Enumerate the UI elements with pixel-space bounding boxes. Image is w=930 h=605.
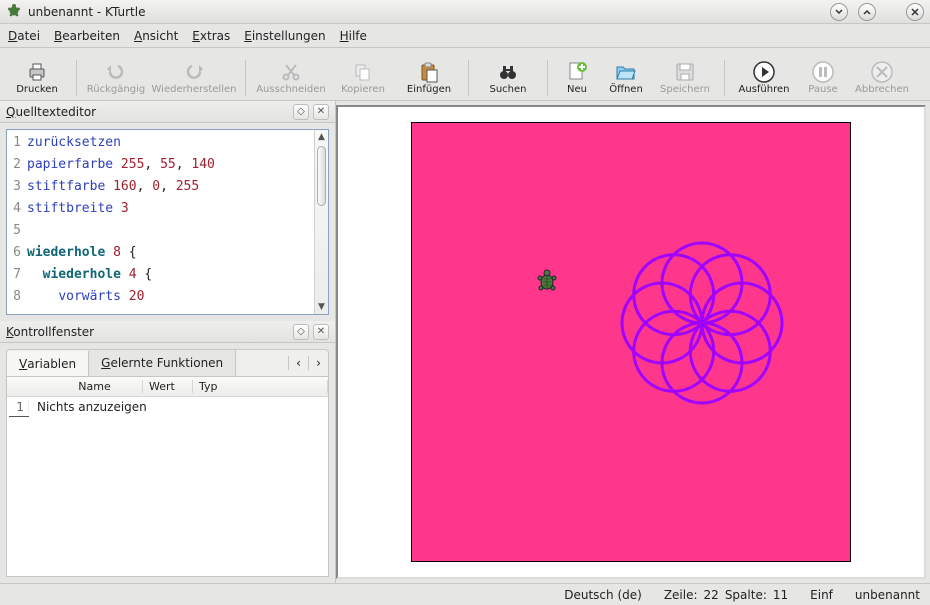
titlebar: unbenannt - KTurtle xyxy=(0,0,930,24)
menu-bearbeiten[interactable]: Bearbeiten xyxy=(54,29,120,43)
toolbar-separator xyxy=(245,60,246,96)
binoculars-icon xyxy=(496,60,520,84)
drawn-flower xyxy=(592,213,812,433)
col-wert[interactable]: Wert xyxy=(143,380,193,393)
variables-tree[interactable]: Name Wert Typ 1 Nichts anzuzeigen xyxy=(6,377,329,577)
status-language: Deutsch (de) xyxy=(564,588,642,602)
find-button[interactable]: Suchen xyxy=(477,50,539,96)
run-button[interactable]: Ausführen xyxy=(733,50,795,96)
redo-icon xyxy=(182,60,206,84)
stop-icon xyxy=(870,60,894,84)
redo-button[interactable]: Wiederherstellen xyxy=(151,50,237,96)
toolbar-separator xyxy=(76,60,77,96)
toolbar-separator xyxy=(547,60,548,96)
scissors-icon xyxy=(279,60,303,84)
tab-scroll-right[interactable]: › xyxy=(308,356,328,370)
paste-button[interactable]: Einfügen xyxy=(398,50,460,96)
app-icon xyxy=(6,2,22,21)
status-insert-mode: Einf xyxy=(810,588,833,602)
inspector-tabs: Variablen Gelernte Funktionen ‹ › xyxy=(6,349,329,377)
scroll-up-icon[interactable]: ▲ xyxy=(315,132,328,142)
minimize-button[interactable] xyxy=(830,3,848,21)
pause-button[interactable]: Pause xyxy=(799,50,847,96)
inspector-header: Kontrollfenster ◇ ✕ xyxy=(0,321,335,343)
play-icon xyxy=(752,60,776,84)
scroll-down-icon[interactable]: ▼ xyxy=(315,302,328,312)
source-editor-panel: Quelltexteditor ◇ ✕ 12345678 zurücksetze… xyxy=(0,101,335,321)
panel-close-button[interactable]: ✕ xyxy=(313,104,329,120)
canvas-area xyxy=(336,105,926,579)
status-filename: unbenannt xyxy=(855,588,920,602)
col-name[interactable]: Name xyxy=(47,380,143,393)
menubar: Datei Bearbeiten Ansicht Extras Einstell… xyxy=(0,24,930,48)
left-column: Quelltexteditor ◇ ✕ 12345678 zurücksetze… xyxy=(0,101,336,583)
source-editor-title: Quelltexteditor xyxy=(6,105,289,119)
code-text[interactable]: zurücksetzenpapierfarbe 255, 55, 140stif… xyxy=(25,130,314,314)
stop-button[interactable]: Abbrechen xyxy=(851,50,913,96)
drawing-canvas xyxy=(411,122,851,562)
save-button[interactable]: Speichern xyxy=(654,50,716,96)
line-gutter: 12345678 xyxy=(7,130,25,314)
editor-scrollbar[interactable]: ▲ ▼ xyxy=(314,130,328,314)
printer-icon xyxy=(25,60,49,84)
panel-close-button[interactable]: ✕ xyxy=(313,324,329,340)
toolbar-separator xyxy=(724,60,725,96)
scrollbar-thumb[interactable] xyxy=(317,146,326,206)
window-title: unbenannt - KTurtle xyxy=(28,5,145,19)
floppy-icon xyxy=(673,60,697,84)
panel-float-button[interactable]: ◇ xyxy=(293,324,309,340)
toolbar-separator xyxy=(468,60,469,96)
copy-button[interactable]: Kopieren xyxy=(332,50,394,96)
tab-functions[interactable]: Gelernte Funktionen xyxy=(89,350,236,376)
panel-float-button[interactable]: ◇ xyxy=(293,104,309,120)
maximize-button[interactable] xyxy=(858,3,876,21)
main-area: Quelltexteditor ◇ ✕ 12345678 zurücksetze… xyxy=(0,101,930,583)
menu-ansicht[interactable]: Ansicht xyxy=(134,29,178,43)
code-editor[interactable]: 12345678 zurücksetzenpapierfarbe 255, 55… xyxy=(6,129,329,315)
undo-button[interactable]: Rückgängig xyxy=(85,50,147,96)
clipboard-icon xyxy=(417,60,441,84)
toolbar: Drucken Rückgängig Wiederherstellen Auss… xyxy=(0,48,930,101)
file-new-icon xyxy=(565,60,589,84)
cut-button[interactable]: Ausschneiden xyxy=(254,50,328,96)
turtle-icon xyxy=(536,269,558,296)
menu-einstellungen[interactable]: Einstellungen xyxy=(244,29,325,43)
statusbar: Deutsch (de) Zeile: 22 Spalte: 11 Einf u… xyxy=(0,583,930,605)
undo-icon xyxy=(104,60,128,84)
copy-icon xyxy=(351,60,375,84)
tree-row: 1 Nichts anzuzeigen xyxy=(7,397,328,417)
status-cursor: Zeile: 22 Spalte: 11 xyxy=(664,588,788,602)
inspector-title: Kontrollfenster xyxy=(6,325,289,339)
tree-empty-text: Nichts anzuzeigen xyxy=(29,400,147,414)
folder-open-icon xyxy=(614,60,638,84)
open-button[interactable]: Öffnen xyxy=(602,50,650,96)
tree-header: Name Wert Typ xyxy=(7,377,328,397)
menu-hilfe[interactable]: Hilfe xyxy=(340,29,367,43)
col-typ[interactable]: Typ xyxy=(193,380,328,393)
tab-variables[interactable]: Variablen xyxy=(7,351,89,377)
new-button[interactable]: Neu xyxy=(556,50,598,96)
menu-extras[interactable]: Extras xyxy=(192,29,230,43)
tab-scroll-left[interactable]: ‹ xyxy=(288,356,308,370)
menu-datei[interactable]: Datei xyxy=(8,29,40,43)
print-button[interactable]: Drucken xyxy=(6,50,68,96)
inspector-panel: Kontrollfenster ◇ ✕ Variablen Gelernte F… xyxy=(0,321,335,583)
close-button[interactable] xyxy=(906,3,924,21)
source-editor-header: Quelltexteditor ◇ ✕ xyxy=(0,101,335,123)
pause-icon xyxy=(811,60,835,84)
